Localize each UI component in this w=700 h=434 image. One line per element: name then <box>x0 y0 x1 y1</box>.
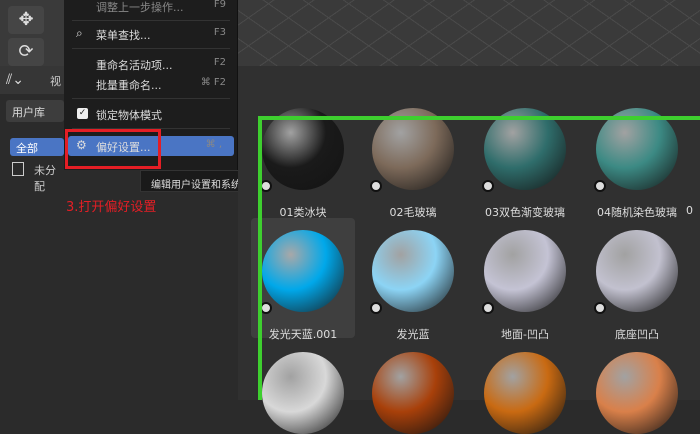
checkbox-checked-icon[interactable]: ✓ <box>77 108 88 119</box>
move-icon[interactable]: ✥ <box>8 6 44 34</box>
3d-viewport[interactable] <box>238 0 700 66</box>
orbit-icon[interactable]: ⟳ <box>8 38 44 66</box>
menu-item-menu-search[interactable]: ⌕ 菜单查找... F3 <box>64 24 238 44</box>
menu-item-batch-rename[interactable]: 批量重命名... ⌘ F2 <box>64 74 238 94</box>
menu-item-shortcut: ⌘ , <box>205 139 222 150</box>
file-icon <box>12 162 24 176</box>
menu-item-label: 批量重命名... <box>96 79 162 92</box>
catalog-all[interactable]: 全部 <box>10 138 64 156</box>
menu-item-shortcut: ⌘ F2 <box>200 77 226 88</box>
asset-browser-sidebar: ⫽⌄ 视 用户库 全部 未分配 <box>0 66 64 400</box>
menu-separator <box>72 20 230 21</box>
annotation-highlight-box <box>65 129 161 169</box>
catalog-unassigned[interactable]: 未分配 <box>34 162 64 194</box>
menu-item-label: 重命名活动项... <box>96 59 173 72</box>
menu-item-label: 锁定物体模式 <box>96 109 162 122</box>
menu-item-label: 调整上一步操作... <box>96 1 184 14</box>
editor-type-icon[interactable]: ⫽⌄ <box>6 72 24 88</box>
library-selector[interactable]: 用户库 <box>6 100 64 122</box>
menu-separator <box>72 48 230 49</box>
menu-item-lock-object-modes[interactable]: ✓ 锁定物体模式 <box>64 104 238 124</box>
view-menu[interactable]: 视 <box>50 73 61 89</box>
menu-item-rename-active[interactable]: 重命名活动项... F2 <box>64 54 238 74</box>
step-annotation: 3.打开偏好设置 <box>66 200 157 215</box>
tool-strip: ✥ ⟳ <box>0 0 64 66</box>
sidebar-header: ⫽⌄ 视 <box>0 66 64 94</box>
menu-item-adjust-last[interactable]: 调整上一步操作... F9 <box>64 0 238 16</box>
menu-item-shortcut: F2 <box>213 57 226 68</box>
menu-item-shortcut: F9 <box>213 0 226 10</box>
menu-item-label: 菜单查找... <box>96 29 151 42</box>
menu-item-shortcut: F3 <box>213 27 226 38</box>
search-icon: ⌕ <box>76 26 83 40</box>
annotation-green-box <box>258 116 700 400</box>
menu-separator <box>72 98 230 99</box>
asset-browser-header <box>238 66 700 86</box>
